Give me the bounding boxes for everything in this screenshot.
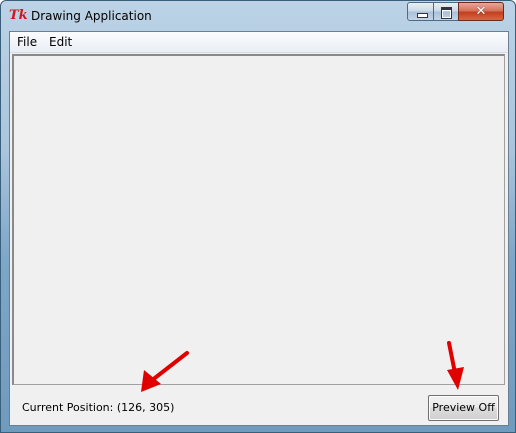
current-position-label: Current Position: (126, 305) [22, 401, 175, 414]
maximize-icon [441, 7, 452, 19]
maximize-button[interactable] [433, 2, 459, 21]
drawing-canvas[interactable] [12, 54, 505, 385]
menu-bar: File Edit [10, 32, 508, 53]
close-icon: ✕ [475, 4, 487, 19]
title-bar[interactable]: Tk Drawing Application ✕ [1, 1, 515, 31]
app-window: Tk Drawing Application ✕ File Edit Curre… [0, 0, 516, 433]
menu-file[interactable]: File [14, 34, 40, 50]
window-title: Drawing Application [31, 9, 152, 23]
preview-toggle-button[interactable]: Preview Off [428, 395, 499, 421]
menu-edit[interactable]: Edit [46, 34, 75, 50]
minimize-icon [417, 13, 428, 18]
client-area: File Edit Current Position: (126, 305) P… [9, 31, 509, 426]
minimize-button[interactable] [407, 2, 434, 21]
tk-app-icon[interactable]: Tk [9, 8, 28, 24]
close-button[interactable]: ✕ [458, 2, 504, 21]
